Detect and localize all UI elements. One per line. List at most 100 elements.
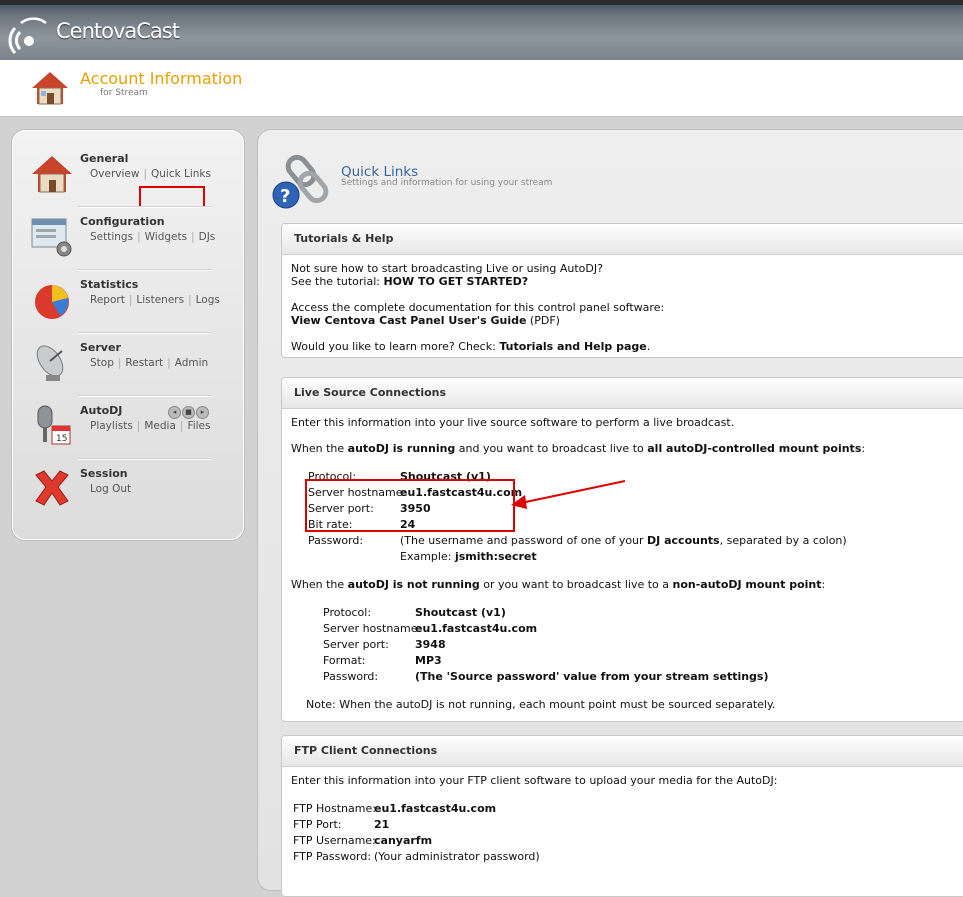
nav-divider <box>78 269 212 271</box>
nav-divider <box>78 206 212 208</box>
ftp-port-label: FTP Port: <box>293 818 342 831</box>
link-separator: | <box>188 294 192 306</box>
svg-text:?: ? <box>280 186 290 207</box>
link-separator: | <box>128 294 133 306</box>
tutorials-line-5-suffix: . <box>646 340 651 353</box>
ftp-username-label: FTP Username: <box>293 834 376 847</box>
notrunning-format-value: MP3 <box>415 654 442 667</box>
page-header: Account Information for Stream <box>0 60 963 117</box>
nav-link-files[interactable]: Files <box>187 420 210 432</box>
running-password-value: (The username and password of one of you… <box>400 534 847 547</box>
nav-links-server: Stop | Restart | Admin <box>90 357 208 369</box>
stop-icon[interactable]: ■ <box>182 406 195 419</box>
house-icon <box>32 72 68 105</box>
live-not-running-heading: When the autoDJ is not running or you wa… <box>291 578 825 591</box>
nav-link-log-out[interactable]: Log Out <box>90 483 131 495</box>
next-icon[interactable]: ▸ <box>196 406 209 419</box>
ftp-port-value: 21 <box>374 818 390 831</box>
nav-link-settings[interactable]: Settings <box>90 231 133 243</box>
nav-title-statistics: Statistics <box>80 278 139 291</box>
tutorials-line-5: Would you like to learn more? Check: Tut… <box>291 340 650 353</box>
password-example: Example: jsmith:secret <box>400 550 537 563</box>
live-source-panel: Live Source Connections Enter this infor… <box>281 377 963 722</box>
text-run: When the <box>291 442 348 455</box>
nav-link-stop[interactable]: Stop <box>90 357 114 369</box>
text-run: : <box>821 578 826 591</box>
ftp-username-value: canyarfm <box>374 834 433 847</box>
users-guide-link[interactable]: View Centova Cast Panel User's Guide <box>291 314 526 327</box>
text-run-bold: autoDJ is running <box>347 442 456 455</box>
nav-link-widgets[interactable]: Widgets <box>145 231 187 243</box>
live-intro: Enter this information into your live so… <box>291 416 735 429</box>
text-run-bold: non-autoDJ mount point <box>672 578 822 591</box>
live-running-heading: When the autoDJ is running and you want … <box>291 442 865 455</box>
pie-chart-icon <box>35 285 69 319</box>
text-run: When the <box>291 578 348 591</box>
tutorials-line-2: See the tutorial: HOW TO GET STARTED? <box>291 275 528 288</box>
nav-group-server: Server Stop | Restart | Admin <box>12 341 244 404</box>
tutorials-panel: Tutorials & Help Not sure how to start b… <box>281 223 963 358</box>
notrunning-hostname-label: Server hostname: <box>323 622 422 635</box>
dj-accounts-link[interactable]: DJ accounts <box>647 534 720 547</box>
sidebar: General Overview | Quick Links Configurati… <box>11 129 245 541</box>
connection-details-highlight <box>305 479 515 532</box>
nav-title-session: Session <box>80 467 128 480</box>
nav-divider <box>78 458 212 460</box>
text-run-bold: autoDJ is not running <box>347 578 480 591</box>
nav-divider <box>78 395 212 397</box>
link-separator: | <box>137 231 141 243</box>
nav-link-djs[interactable]: DJs <box>199 231 216 243</box>
text-run: , separated by a colon) <box>719 534 847 547</box>
top-bar: CentovaCast <box>0 0 963 60</box>
tutorials-line-1: Not sure how to start broadcasting Live … <box>291 262 603 275</box>
nav-title-general: General <box>80 152 129 165</box>
text-run: : <box>861 442 866 455</box>
nav-link-restart[interactable]: Restart <box>125 357 163 369</box>
nav-group-autodj: 15 AutoDJ ◂ ■ ▸ Playlists | Media | Files <box>12 404 244 467</box>
nav-links-general: Overview | Quick Links <box>90 168 211 180</box>
app-brand: CentovaCast <box>56 19 180 43</box>
nav-link-admin[interactable]: Admin <box>175 357 208 369</box>
link-separator: | <box>191 231 195 243</box>
nav-link-overview[interactable]: Overview <box>90 168 139 180</box>
text-run-bold: all autoDJ-controlled mount points <box>647 442 862 455</box>
tutorials-line-3: Access the complete documentation for th… <box>291 301 665 314</box>
close-x-icon <box>35 470 69 506</box>
red-arrow-annotation <box>511 480 626 509</box>
notrunning-protocol-label: Protocol: <box>323 606 372 619</box>
nav-link-logs[interactable]: Logs <box>196 294 220 306</box>
nav-links-autodj: Playlists | Media | Files <box>90 420 210 432</box>
nav-link-media[interactable]: Media <box>144 420 176 432</box>
ftp-hostname-value: eu1.fastcast4u.com <box>374 802 497 815</box>
ftp-password-label: FTP Password: <box>293 850 372 863</box>
notrunning-port-label: Server port: <box>323 638 389 651</box>
notrunning-format-label: Format: <box>323 654 366 667</box>
text-run: or you want to broadcast live to a <box>479 578 673 591</box>
link-separator: | <box>179 420 184 432</box>
ftp-hostname-label: FTP Hostname: <box>293 802 376 815</box>
page-subtitle: for Stream <box>100 88 148 98</box>
svg-text:15: 15 <box>56 434 67 444</box>
house-icon <box>32 156 72 193</box>
nav-link-report[interactable]: Report <box>90 294 125 306</box>
nav-divider <box>78 332 212 334</box>
satellite-dish-icon <box>36 345 64 381</box>
quick-links-highlight <box>139 186 205 208</box>
nav-group-configuration: Configuration Settings | Widgets | DJs <box>12 215 244 278</box>
nav-link-playlists[interactable]: Playlists <box>90 420 133 432</box>
page-title: Account Information <box>80 69 243 88</box>
nav-link-listeners[interactable]: Listeners <box>136 294 184 306</box>
notrunning-password-value: (The 'Source password' value from your s… <box>415 670 769 683</box>
notrunning-password-label: Password: <box>323 670 379 683</box>
tutorials-line-2-prefix: See the tutorial: <box>291 275 384 288</box>
link-separator: | <box>167 357 171 369</box>
users-guide-suffix: (PDF) <box>526 314 560 327</box>
how-to-get-started-link[interactable]: HOW TO GET STARTED? <box>383 275 528 288</box>
nav-link-quick-links[interactable]: Quick Links <box>151 168 211 180</box>
tutorials-heading: Tutorials & Help <box>282 224 963 255</box>
ftp-panel: FTP Client Connections Enter this inform… <box>281 735 963 897</box>
previous-icon[interactable]: ◂ <box>168 406 181 419</box>
live-source-heading: Live Source Connections <box>282 378 963 409</box>
tutorials-help-page-link[interactable]: Tutorials and Help page <box>499 340 646 353</box>
microphone-calendar-icon: 15 <box>37 405 71 445</box>
